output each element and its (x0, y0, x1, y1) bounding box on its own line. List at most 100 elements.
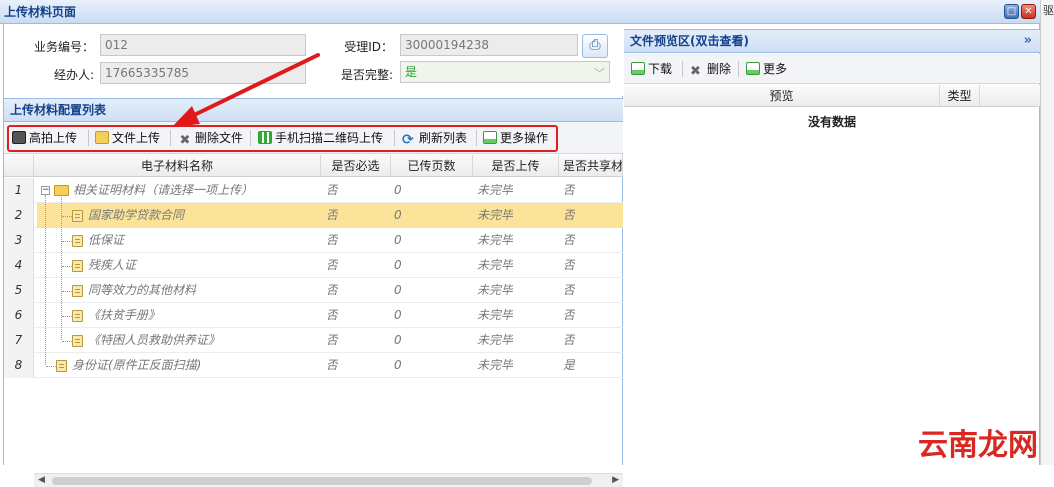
download-button[interactable]: 下载 (631, 59, 672, 79)
file-icon (72, 335, 83, 347)
tree-connector (62, 216, 72, 217)
preview-panel-title: 文件预览区(双击查看) » (624, 29, 1040, 53)
toolbar-separator (88, 130, 89, 146)
row-number: 3 (4, 228, 34, 253)
preview-delete-button[interactable]: ✖ 删除 (690, 59, 731, 79)
table-row[interactable]: 4 残疾人证 否 0 未完毕 否 (4, 253, 623, 278)
table-row[interactable]: 2 国家助学贷款合同 否 0 未完毕 否 (4, 203, 623, 228)
shared-value: 否 (563, 283, 576, 297)
pages-value: 0 (394, 283, 402, 297)
column-header-pages[interactable]: 已传页数 (391, 155, 473, 177)
more-actions-button[interactable]: 更多操作 (483, 128, 548, 148)
file-upload-button[interactable]: 文件上传 (95, 128, 160, 148)
accept-id-field[interactable]: 30000194238 (400, 34, 578, 56)
tree-connector (62, 241, 72, 242)
qr-upload-button[interactable]: 手机扫描二维码上传 (258, 128, 383, 148)
table-row[interactable]: 5 同等效力的其他材料 否 0 未完毕 否 (4, 278, 623, 303)
refresh-icon: ⟳ (402, 132, 414, 148)
uploaded-value: 未完毕 (477, 258, 514, 272)
business-form: 业务编号： 012 经办人: 17665335785 受理ID： 3000019… (4, 24, 623, 96)
row-number: 2 (4, 203, 34, 228)
refresh-list-button[interactable]: ⟳ 刷新列表 (402, 128, 467, 148)
column-header-name[interactable]: 电子材料名称 (34, 155, 321, 177)
shared-value: 否 (563, 308, 576, 322)
empty-message: 没有数据 (807, 115, 856, 129)
tree-connector (45, 195, 46, 365)
complete-select[interactable]: 是 ﹀ (400, 61, 610, 83)
maximize-icon[interactable]: □ (1004, 4, 1019, 19)
printer-icon[interactable]: ⎙ (582, 34, 608, 58)
table-row[interactable]: 3 低保证 否 0 未完毕 否 (4, 228, 623, 253)
uploaded-value: 未完毕 (477, 183, 514, 197)
toolbar-separator (476, 130, 477, 146)
qr-code-icon (258, 131, 272, 144)
toolbar-separator (250, 130, 251, 146)
required-value: 否 (326, 333, 339, 347)
required-value: 否 (326, 358, 339, 372)
table-row[interactable]: 7 《特困人员救助供养证》 否 0 未完毕 否 (4, 328, 623, 353)
material-name: 身份证(原件正反面扫描) (72, 358, 202, 372)
scroll-right-icon[interactable]: ▶ (612, 475, 619, 485)
tree-connector (46, 366, 56, 367)
row-number: 7 (4, 328, 34, 353)
preview-grid-header: 预览 类型 (624, 85, 1040, 107)
hd-upload-button[interactable]: 高拍上传 (12, 128, 77, 148)
tree-connector (62, 266, 72, 267)
material-name: 《特困人员救助供养证》 (88, 333, 221, 347)
file-icon (72, 260, 83, 272)
table-row[interactable]: 8 身份证(原件正反面扫描) 否 0 未完毕 是 (4, 353, 623, 378)
file-icon (56, 360, 67, 372)
agent-field[interactable]: 17665335785 (100, 62, 306, 84)
uploaded-value: 未完毕 (477, 333, 514, 347)
close-icon[interactable]: ✕ (1021, 4, 1036, 19)
hd-upload-label: 高拍上传 (29, 131, 78, 145)
complete-label: 是否完整: (340, 68, 393, 82)
column-header-type[interactable]: 类型 (940, 85, 980, 107)
horizontal-scrollbar[interactable]: ◀ ▶ (34, 473, 623, 487)
materials-panel: 业务编号： 012 经办人: 17665335785 受理ID： 3000019… (3, 24, 623, 487)
row-number-header (4, 155, 34, 177)
column-header-required[interactable]: 是否必选 (321, 155, 391, 177)
chevron-down-icon[interactable]: ﹀ (594, 64, 605, 84)
row-number: 4 (4, 253, 34, 278)
shared-value: 否 (563, 233, 576, 247)
required-value: 否 (326, 308, 339, 322)
uploaded-value: 未完毕 (477, 358, 514, 372)
material-name: 国家助学贷款合同 (88, 208, 185, 222)
preview-more-button[interactable]: 更多 (746, 59, 787, 79)
pages-value: 0 (394, 308, 402, 322)
window-title-bar: 上传材料页面 (0, 0, 1040, 24)
row-number: 1 (4, 178, 34, 203)
column-header-shared[interactable]: 是否共享材 (559, 155, 623, 177)
download-icon (631, 62, 645, 75)
row-number: 6 (4, 303, 34, 328)
background-window-edge: 驱 (1040, 0, 1054, 465)
column-header-preview[interactable]: 预览 (624, 85, 940, 107)
scroll-left-icon[interactable]: ◀ (38, 475, 45, 485)
pages-value: 0 (394, 258, 402, 272)
toolbar-separator (738, 61, 739, 77)
file-icon (72, 285, 83, 297)
table-row[interactable]: 6 《扶贫手册》 否 0 未完毕 否 (4, 303, 623, 328)
materials-section-title: 上传材料配置列表 (4, 98, 623, 122)
collapse-toggle-icon[interactable]: − (41, 186, 50, 195)
uploaded-value: 未完毕 (477, 283, 514, 297)
delete-file-button[interactable]: ✖ 删除文件 (178, 128, 243, 148)
file-upload-label: 文件上传 (112, 131, 161, 145)
required-value: 否 (326, 183, 339, 197)
materials-toolbar: 高拍上传 文件上传 ✖ 删除文件 手机扫描二维码上传 ⟳ 刷新列表 更多操作 (4, 122, 623, 154)
business-no-field[interactable]: 012 (100, 34, 306, 56)
download-label: 下载 (648, 62, 673, 76)
camera-icon (12, 131, 26, 144)
table-row[interactable]: 1 − 相关证明材料（请选择一项上传） 否 0 未完毕 否 (4, 178, 623, 203)
materials-grid-header: 电子材料名称 是否必选 已传页数 是否上传 是否共享材 (4, 155, 623, 177)
pages-value: 0 (394, 358, 402, 372)
collapse-panel-icon[interactable]: » (1024, 30, 1032, 52)
scrollbar-thumb[interactable] (52, 477, 592, 485)
column-header-uploaded[interactable]: 是否上传 (473, 155, 559, 177)
file-icon (72, 310, 83, 322)
pages-value: 0 (394, 183, 402, 197)
uploaded-value: 未完毕 (477, 233, 514, 247)
material-name: 残疾人证 (88, 258, 137, 272)
agent-label: 经办人: (53, 68, 94, 82)
